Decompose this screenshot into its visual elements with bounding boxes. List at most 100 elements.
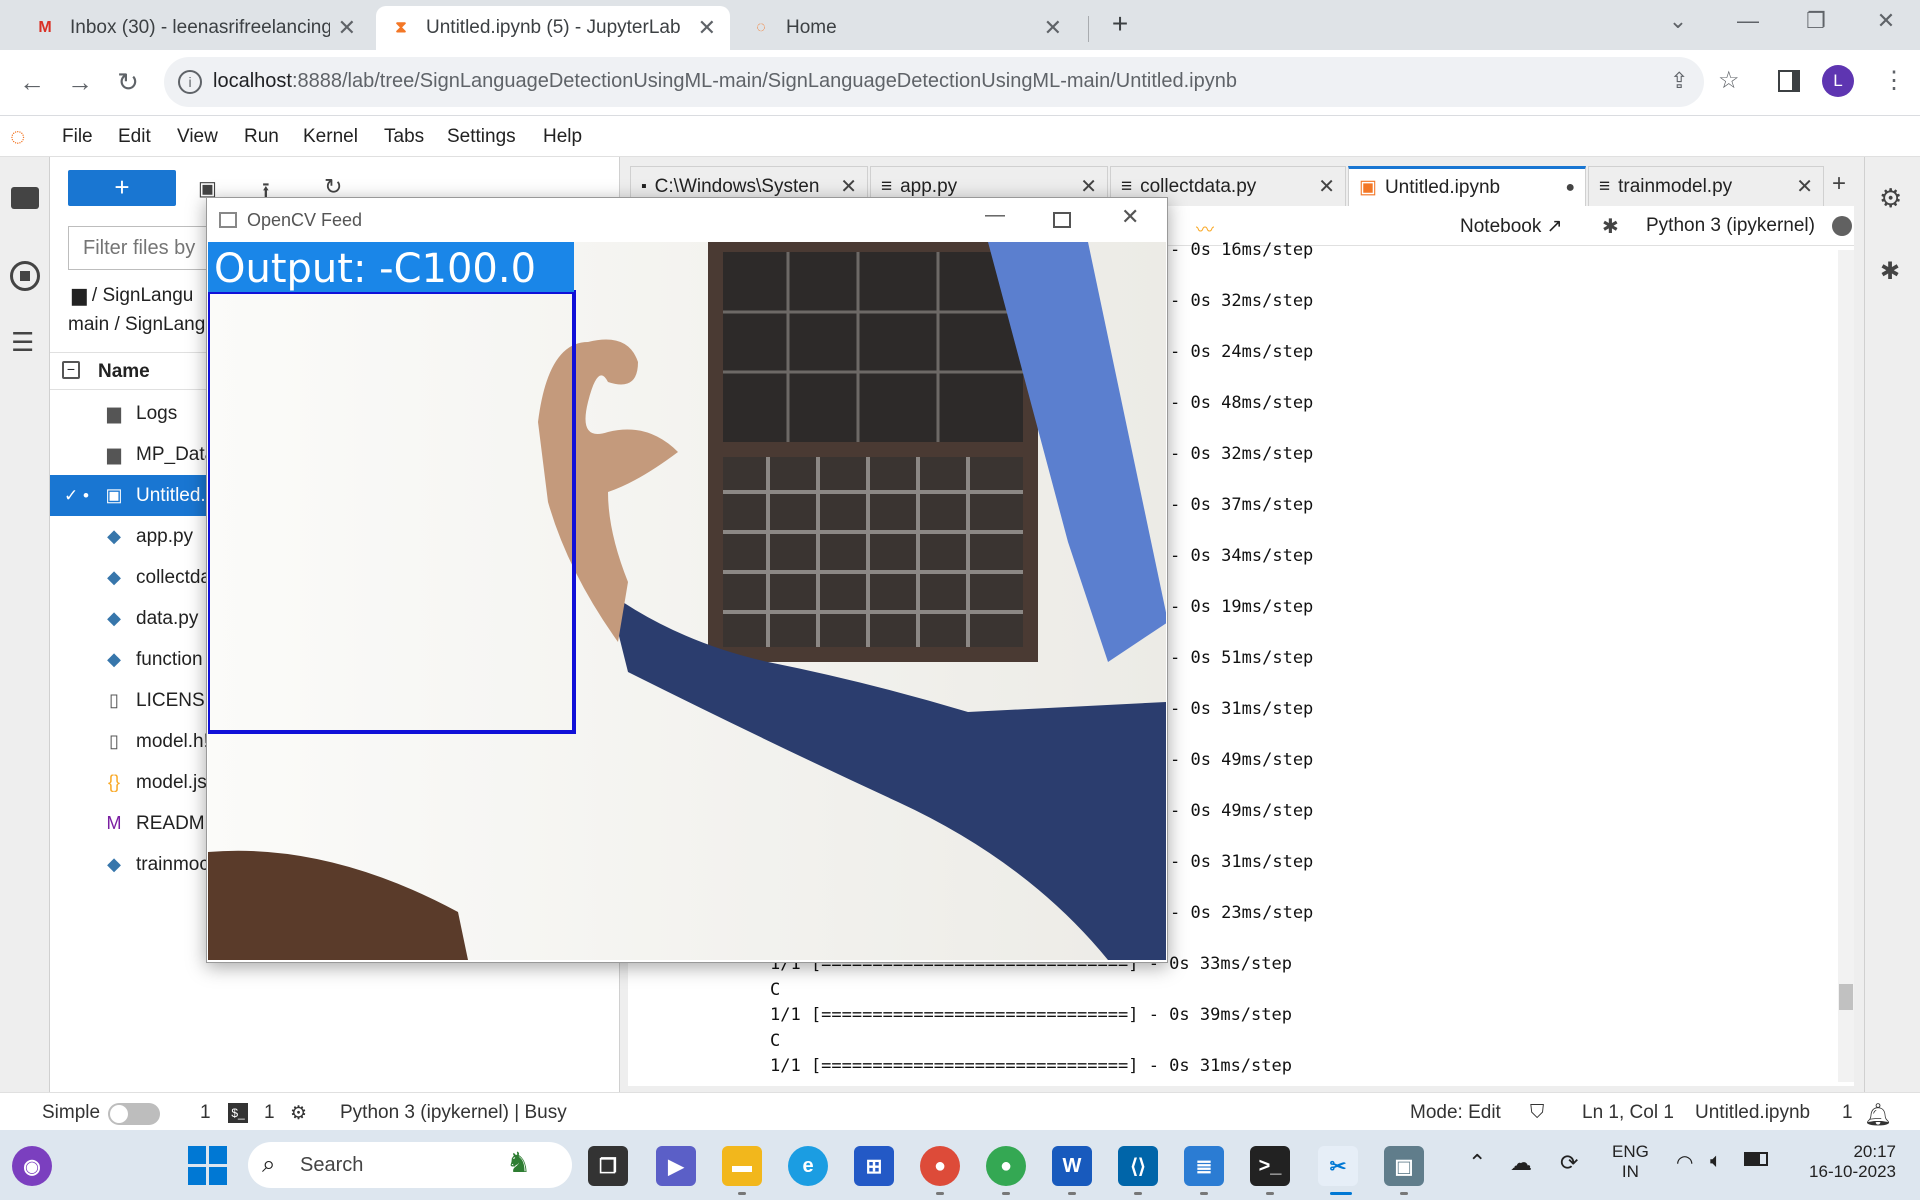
toc-icon[interactable]: ☰ (11, 327, 34, 358)
url-text[interactable]: localhost:8888/lab/tree/SignLanguageDete… (213, 70, 1237, 93)
taskbar-search-box[interactable]: ⌕ Search ♞ (248, 1142, 572, 1188)
input-language[interactable]: ENG IN (1612, 1142, 1649, 1182)
task-view-icon[interactable]: ❐ (588, 1146, 628, 1186)
kernel-count[interactable]: 1 (264, 1102, 275, 1124)
tab-jupyterlab[interactable]: ⧗ Untitled.ipynb (5) - JupyterLab ✕ (376, 6, 730, 50)
notepad-icon[interactable]: ≣ (1184, 1146, 1224, 1186)
close-icon[interactable]: ✕ (1044, 15, 1062, 41)
menu-run[interactable]: Run (244, 126, 279, 148)
output-line: - 0s 19ms/step (1170, 597, 1314, 617)
output-line: - 0s 16ms/step (1170, 240, 1314, 260)
sync-icon[interactable]: ⟳ (1560, 1150, 1578, 1176)
doc-tab-untitled-ipynb[interactable]: ▣ Untitled.ipynb ● (1348, 166, 1586, 206)
menu-file[interactable]: File (62, 126, 93, 148)
unsaved-dot-icon[interactable]: ● (1565, 179, 1575, 197)
restore-button[interactable]: ❐ (1796, 8, 1836, 34)
chrome-icon[interactable]: ● (920, 1146, 960, 1186)
bookmark-star-icon[interactable]: ☆ (1718, 66, 1740, 95)
menu-tabs[interactable]: Tabs (384, 126, 424, 148)
output-line: - 0s 32ms/step (1170, 291, 1314, 311)
tab-gmail[interactable]: M Inbox (30) - leenasrifreelancing@ ✕ (20, 6, 370, 50)
close-window-button[interactable]: ✕ (1121, 204, 1139, 230)
store-icon[interactable]: ⊞ (854, 1146, 894, 1186)
more-menu-icon[interactable]: ⋮ (1882, 66, 1906, 95)
notebook-icon: ▣ (1359, 177, 1377, 198)
shield-icon[interactable]: ⛉ (1530, 1102, 1544, 1124)
snipping-tool-icon[interactable]: ✂ (1318, 1146, 1358, 1186)
scrollbar-thumb[interactable] (1839, 984, 1853, 1010)
new-tab-button[interactable]: + (1100, 8, 1140, 40)
selected-check-icon[interactable]: ✓ • (64, 486, 89, 506)
back-icon[interactable]: ← (14, 64, 50, 100)
close-icon[interactable]: ✕ (840, 174, 857, 199)
share-icon[interactable]: ⇪ (1670, 68, 1688, 94)
python-icon: ◆ (107, 649, 121, 669)
close-icon[interactable]: ✕ (1796, 174, 1813, 199)
menu-settings[interactable]: Settings (447, 126, 516, 148)
kernel-status[interactable]: Python 3 (ipykernel) | Busy (340, 1102, 567, 1124)
side-panel-icon[interactable] (1778, 70, 1800, 92)
close-icon[interactable]: ✕ (338, 15, 356, 41)
name-column-header[interactable]: Name (98, 361, 150, 383)
maximize-button[interactable] (1053, 212, 1071, 228)
new-launcher-button[interactable]: + (68, 170, 176, 206)
windows-start-icon[interactable] (188, 1146, 228, 1186)
select-all-checkbox[interactable]: − (62, 361, 80, 379)
folder-icon[interactable]: ▆ (72, 285, 87, 306)
close-icon[interactable]: ✕ (1080, 174, 1097, 199)
notebook-button[interactable]: Notebook ↗ (1460, 215, 1563, 238)
profile-avatar[interactable]: L (1822, 65, 1854, 97)
close-window-button[interactable]: ✕ (1866, 8, 1906, 34)
minimize-button[interactable]: — (985, 204, 1005, 227)
tray-chevron-icon[interactable]: ⌃ (1468, 1150, 1486, 1176)
site-info-icon[interactable]: i (178, 70, 202, 94)
opencv-titlebar[interactable]: OpenCV Feed — ✕ (207, 198, 1167, 242)
tab-search-icon[interactable]: ⌄ (1658, 8, 1698, 34)
kernel-gear-icon[interactable]: ⚙ (290, 1102, 307, 1125)
onedrive-icon[interactable]: ☁ (1510, 1150, 1532, 1176)
cursor-position[interactable]: Ln 1, Col 1 (1582, 1102, 1674, 1124)
menu-edit[interactable]: Edit (118, 126, 151, 148)
word-icon[interactable]: W (1052, 1146, 1092, 1186)
menu-view[interactable]: View (177, 126, 218, 148)
volume-icon[interactable]: 🔈︎ (1710, 1150, 1722, 1173)
close-icon[interactable]: ✕ (698, 15, 716, 41)
menu-kernel[interactable]: Kernel (303, 126, 358, 148)
file-explorer-icon[interactable]: ▬ (722, 1146, 762, 1186)
widget-icon[interactable]: ◉ (12, 1146, 52, 1186)
menu-help[interactable]: Help (543, 126, 582, 148)
output-scrollbar[interactable] (1838, 250, 1854, 1082)
trend-icon[interactable]: 〰 (1196, 216, 1214, 242)
reload-icon[interactable]: ↻ (110, 64, 146, 100)
opencv-app-icon[interactable]: ▣ (1384, 1146, 1424, 1186)
kernel-name[interactable]: Python 3 (ipykernel) (1646, 215, 1815, 237)
terminal-app-icon[interactable]: >_ (1250, 1146, 1290, 1186)
breadcrumb-continued[interactable]: main / SignLang (68, 314, 205, 336)
running-icon[interactable] (10, 261, 40, 291)
clock[interactable]: 20:17 16-10-2023 (1796, 1142, 1896, 1182)
notification-count[interactable]: 1 (1842, 1102, 1853, 1124)
folder-icon[interactable] (11, 187, 39, 209)
terminal-count[interactable]: 1 (200, 1102, 211, 1124)
bell-icon[interactable]: 🔔︎ (1864, 1102, 1892, 1128)
wifi-icon[interactable]: ◠ (1676, 1150, 1693, 1175)
file-icon: ▯ (109, 690, 119, 710)
simple-mode-toggle[interactable] (108, 1103, 160, 1125)
close-icon[interactable]: ✕ (1318, 174, 1335, 199)
forward-icon[interactable]: → (62, 64, 98, 100)
terminal-icon[interactable]: $_ (228, 1103, 248, 1123)
battery-icon[interactable] (1744, 1152, 1768, 1166)
tab-home[interactable]: ◌ Home ✕ (736, 6, 1076, 50)
external-link-icon: ↗ (1546, 216, 1563, 237)
add-tab-icon[interactable]: + (1832, 170, 1846, 198)
bug-icon[interactable]: ✱ (1602, 214, 1619, 239)
minimize-button[interactable]: — (1728, 8, 1768, 34)
doc-tab-trainmodel[interactable]: ≡ trainmodel.py ✕ (1588, 166, 1824, 206)
debugger-icon[interactable]: ✱ (1880, 257, 1900, 286)
property-inspector-icon[interactable]: ⚙ (1879, 183, 1902, 214)
edge-icon[interactable]: e (788, 1146, 828, 1186)
vscode-icon[interactable]: ⟨⟩ (1118, 1146, 1158, 1186)
chrome-profile-icon[interactable]: ● (986, 1146, 1026, 1186)
teams-chat-icon[interactable]: ▶ (656, 1146, 696, 1186)
browser-tab-strip: M Inbox (30) - leenasrifreelancing@ ✕ ⧗ … (0, 0, 1920, 50)
